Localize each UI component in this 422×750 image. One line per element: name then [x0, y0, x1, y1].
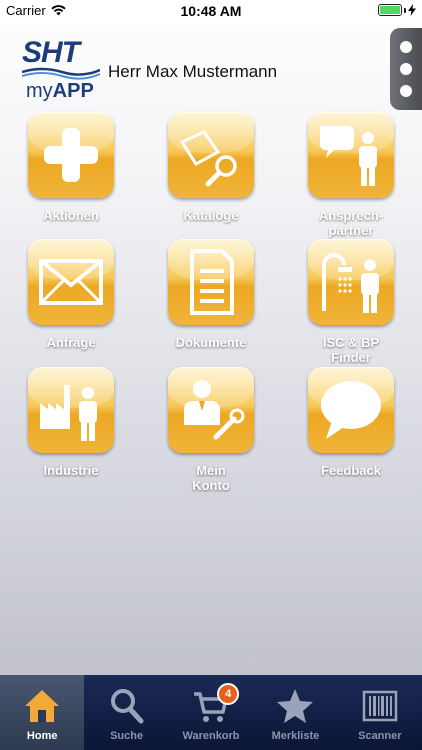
tile-label: Mein Konto — [192, 463, 230, 493]
tile-anfrage[interactable]: Anfrage — [21, 239, 121, 350]
shower-person-icon — [322, 253, 379, 313]
sht-myapp-logo: SHT myAPP — [22, 36, 102, 102]
tile-label: ISC & BP Finder — [322, 335, 380, 365]
tab-merkliste[interactable]: Merkliste — [253, 675, 337, 750]
tab-label: Merkliste — [271, 730, 320, 742]
tile-label: Industrie — [43, 463, 99, 478]
tile-label: Kataloge — [183, 208, 239, 223]
status-bar: Carrier 10:48 AM — [0, 0, 422, 22]
tile-label: Feedback — [321, 463, 381, 478]
account-wrench-icon — [184, 380, 245, 440]
menu-dot — [400, 63, 412, 75]
user-name: Herr Max Mustermann — [108, 62, 278, 81]
tab-warenkorb[interactable]: Warenkorb 4 — [169, 675, 253, 750]
star-icon — [277, 689, 314, 723]
tile-isc-bp-finder[interactable]: ISC & BP Finder — [301, 239, 401, 365]
logo-brand: SHT — [22, 36, 80, 69]
tab-label: Home — [26, 730, 58, 742]
envelope-icon — [39, 259, 103, 305]
tile-aktionen[interactable]: Aktionen — [21, 112, 121, 223]
tab-suche[interactable]: Suche — [84, 675, 168, 750]
charging-icon — [408, 4, 416, 16]
logo-subtitle: myAPP — [26, 80, 94, 102]
tile-label: Ansprech- partner — [318, 208, 384, 238]
tile-label: Anfrage — [46, 335, 96, 350]
home-icon — [25, 690, 60, 722]
tile-dokumente[interactable]: Dokumente — [161, 239, 261, 350]
tab-label: Warenkorb — [182, 730, 240, 742]
tile-ansprechpartner[interactable]: Ansprech- partner — [301, 112, 401, 238]
tile-mein-konto[interactable]: Mein Konto — [161, 367, 261, 493]
tab-scanner[interactable]: Scanner — [338, 675, 422, 750]
tile-label: Aktionen — [43, 208, 99, 223]
tab-label: Suche — [110, 730, 144, 742]
app-header: SHT myAPP Herr Max Mustermann — [0, 22, 422, 110]
plus-icon — [44, 128, 98, 182]
tile-label: Dokumente — [175, 335, 247, 350]
status-time: 10:48 AM — [180, 3, 242, 19]
tab-home[interactable]: Home — [0, 675, 85, 750]
contact-person-icon — [320, 126, 377, 186]
catalog-search-icon — [179, 130, 237, 187]
factory-person-icon — [40, 385, 97, 441]
menu-dot — [400, 85, 412, 97]
barcode-icon — [362, 690, 398, 722]
menu-dot — [400, 41, 412, 53]
search-icon — [110, 689, 144, 724]
tile-feedback[interactable]: Feedback — [301, 367, 401, 478]
tile-industrie[interactable]: Industrie — [21, 367, 121, 478]
battery-icon — [378, 4, 402, 16]
document-icon — [190, 249, 234, 315]
tab-label: Scanner — [358, 730, 402, 742]
bottom-tab-bar: Home Suche Warenkorb 4 Merkliste Scanner — [0, 675, 422, 750]
more-menu-button[interactable] — [390, 28, 422, 110]
tile-kataloge[interactable]: Kataloge — [161, 112, 261, 223]
speech-bubble-icon — [321, 381, 381, 439]
logo-wave-icon — [22, 67, 100, 80]
cart-count-badge: 4 — [217, 683, 240, 705]
